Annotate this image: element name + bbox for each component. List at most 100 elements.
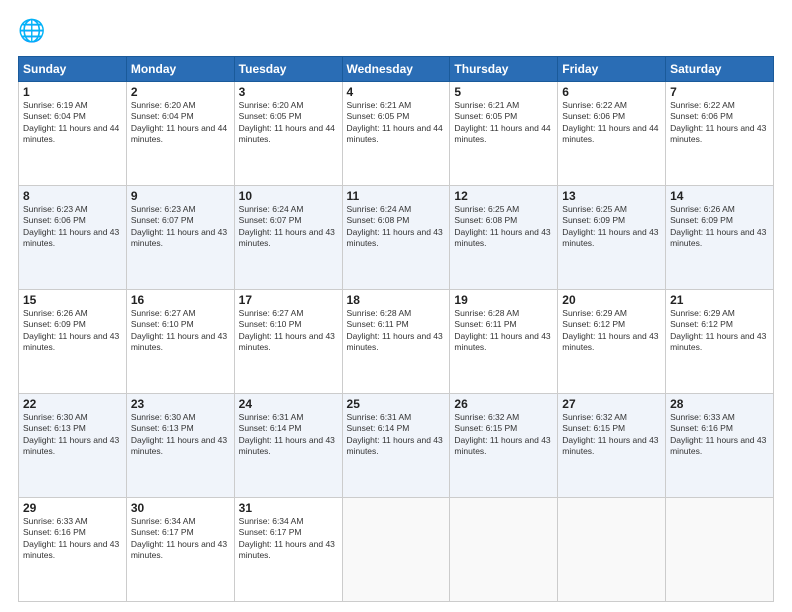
day-number: 10 bbox=[239, 189, 338, 203]
day-info: Sunrise: 6:20 AMSunset: 6:05 PMDaylight:… bbox=[239, 100, 338, 146]
day-number: 6 bbox=[562, 85, 661, 99]
day-number: 22 bbox=[23, 397, 122, 411]
logo-icon: 🌐 bbox=[18, 18, 46, 46]
day-info: Sunrise: 6:25 AMSunset: 6:08 PMDaylight:… bbox=[454, 204, 553, 250]
calendar-week-row: 22Sunrise: 6:30 AMSunset: 6:13 PMDayligh… bbox=[19, 394, 774, 498]
calendar-week-row: 1Sunrise: 6:19 AMSunset: 6:04 PMDaylight… bbox=[19, 82, 774, 186]
day-info: Sunrise: 6:27 AMSunset: 6:10 PMDaylight:… bbox=[131, 308, 230, 354]
calendar-cell: 7Sunrise: 6:22 AMSunset: 6:06 PMDaylight… bbox=[666, 82, 774, 186]
day-number: 16 bbox=[131, 293, 230, 307]
day-header-thursday: Thursday bbox=[450, 57, 558, 82]
day-header-tuesday: Tuesday bbox=[234, 57, 342, 82]
day-header-monday: Monday bbox=[126, 57, 234, 82]
day-header-sunday: Sunday bbox=[19, 57, 127, 82]
calendar-week-row: 29Sunrise: 6:33 AMSunset: 6:16 PMDayligh… bbox=[19, 498, 774, 602]
day-info: Sunrise: 6:29 AMSunset: 6:12 PMDaylight:… bbox=[562, 308, 661, 354]
calendar-cell: 2Sunrise: 6:20 AMSunset: 6:04 PMDaylight… bbox=[126, 82, 234, 186]
calendar-cell: 25Sunrise: 6:31 AMSunset: 6:14 PMDayligh… bbox=[342, 394, 450, 498]
day-number: 26 bbox=[454, 397, 553, 411]
calendar-cell: 9Sunrise: 6:23 AMSunset: 6:07 PMDaylight… bbox=[126, 186, 234, 290]
day-header-friday: Friday bbox=[558, 57, 666, 82]
day-info: Sunrise: 6:26 AMSunset: 6:09 PMDaylight:… bbox=[670, 204, 769, 250]
day-info: Sunrise: 6:25 AMSunset: 6:09 PMDaylight:… bbox=[562, 204, 661, 250]
calendar-cell: 15Sunrise: 6:26 AMSunset: 6:09 PMDayligh… bbox=[19, 290, 127, 394]
svg-text:🌐: 🌐 bbox=[18, 18, 45, 43]
calendar-cell: 27Sunrise: 6:32 AMSunset: 6:15 PMDayligh… bbox=[558, 394, 666, 498]
calendar-cell bbox=[558, 498, 666, 602]
calendar-cell: 19Sunrise: 6:28 AMSunset: 6:11 PMDayligh… bbox=[450, 290, 558, 394]
calendar-cell: 4Sunrise: 6:21 AMSunset: 6:05 PMDaylight… bbox=[342, 82, 450, 186]
calendar-cell: 14Sunrise: 6:26 AMSunset: 6:09 PMDayligh… bbox=[666, 186, 774, 290]
day-info: Sunrise: 6:26 AMSunset: 6:09 PMDaylight:… bbox=[23, 308, 122, 354]
day-number: 13 bbox=[562, 189, 661, 203]
day-number: 28 bbox=[670, 397, 769, 411]
calendar-cell: 30Sunrise: 6:34 AMSunset: 6:17 PMDayligh… bbox=[126, 498, 234, 602]
calendar-cell: 8Sunrise: 6:23 AMSunset: 6:06 PMDaylight… bbox=[19, 186, 127, 290]
day-number: 9 bbox=[131, 189, 230, 203]
day-header-wednesday: Wednesday bbox=[342, 57, 450, 82]
calendar-cell: 13Sunrise: 6:25 AMSunset: 6:09 PMDayligh… bbox=[558, 186, 666, 290]
day-number: 4 bbox=[347, 85, 446, 99]
logo: 🌐 bbox=[18, 18, 50, 46]
day-info: Sunrise: 6:22 AMSunset: 6:06 PMDaylight:… bbox=[670, 100, 769, 146]
calendar-table: SundayMondayTuesdayWednesdayThursdayFrid… bbox=[18, 56, 774, 602]
page-header: 🌐 bbox=[18, 18, 774, 46]
calendar-cell: 21Sunrise: 6:29 AMSunset: 6:12 PMDayligh… bbox=[666, 290, 774, 394]
day-info: Sunrise: 6:24 AMSunset: 6:08 PMDaylight:… bbox=[347, 204, 446, 250]
day-info: Sunrise: 6:31 AMSunset: 6:14 PMDaylight:… bbox=[239, 412, 338, 458]
day-header-saturday: Saturday bbox=[666, 57, 774, 82]
day-number: 29 bbox=[23, 501, 122, 515]
day-number: 18 bbox=[347, 293, 446, 307]
day-info: Sunrise: 6:22 AMSunset: 6:06 PMDaylight:… bbox=[562, 100, 661, 146]
day-number: 7 bbox=[670, 85, 769, 99]
day-number: 5 bbox=[454, 85, 553, 99]
day-info: Sunrise: 6:29 AMSunset: 6:12 PMDaylight:… bbox=[670, 308, 769, 354]
calendar-cell: 20Sunrise: 6:29 AMSunset: 6:12 PMDayligh… bbox=[558, 290, 666, 394]
day-info: Sunrise: 6:24 AMSunset: 6:07 PMDaylight:… bbox=[239, 204, 338, 250]
day-info: Sunrise: 6:20 AMSunset: 6:04 PMDaylight:… bbox=[131, 100, 230, 146]
day-info: Sunrise: 6:21 AMSunset: 6:05 PMDaylight:… bbox=[454, 100, 553, 146]
calendar-cell: 16Sunrise: 6:27 AMSunset: 6:10 PMDayligh… bbox=[126, 290, 234, 394]
day-number: 24 bbox=[239, 397, 338, 411]
calendar-cell: 23Sunrise: 6:30 AMSunset: 6:13 PMDayligh… bbox=[126, 394, 234, 498]
day-info: Sunrise: 6:32 AMSunset: 6:15 PMDaylight:… bbox=[562, 412, 661, 458]
calendar-cell: 1Sunrise: 6:19 AMSunset: 6:04 PMDaylight… bbox=[19, 82, 127, 186]
calendar-cell: 28Sunrise: 6:33 AMSunset: 6:16 PMDayligh… bbox=[666, 394, 774, 498]
day-number: 21 bbox=[670, 293, 769, 307]
day-info: Sunrise: 6:23 AMSunset: 6:06 PMDaylight:… bbox=[23, 204, 122, 250]
day-info: Sunrise: 6:28 AMSunset: 6:11 PMDaylight:… bbox=[454, 308, 553, 354]
day-info: Sunrise: 6:33 AMSunset: 6:16 PMDaylight:… bbox=[670, 412, 769, 458]
calendar-cell bbox=[666, 498, 774, 602]
day-number: 11 bbox=[347, 189, 446, 203]
calendar-cell: 12Sunrise: 6:25 AMSunset: 6:08 PMDayligh… bbox=[450, 186, 558, 290]
day-info: Sunrise: 6:28 AMSunset: 6:11 PMDaylight:… bbox=[347, 308, 446, 354]
day-info: Sunrise: 6:23 AMSunset: 6:07 PMDaylight:… bbox=[131, 204, 230, 250]
calendar-week-row: 15Sunrise: 6:26 AMSunset: 6:09 PMDayligh… bbox=[19, 290, 774, 394]
day-number: 23 bbox=[131, 397, 230, 411]
day-info: Sunrise: 6:34 AMSunset: 6:17 PMDaylight:… bbox=[239, 516, 338, 562]
calendar-week-row: 8Sunrise: 6:23 AMSunset: 6:06 PMDaylight… bbox=[19, 186, 774, 290]
calendar-cell: 6Sunrise: 6:22 AMSunset: 6:06 PMDaylight… bbox=[558, 82, 666, 186]
calendar-cell: 10Sunrise: 6:24 AMSunset: 6:07 PMDayligh… bbox=[234, 186, 342, 290]
day-number: 8 bbox=[23, 189, 122, 203]
day-info: Sunrise: 6:30 AMSunset: 6:13 PMDaylight:… bbox=[131, 412, 230, 458]
day-number: 3 bbox=[239, 85, 338, 99]
day-info: Sunrise: 6:21 AMSunset: 6:05 PMDaylight:… bbox=[347, 100, 446, 146]
day-number: 27 bbox=[562, 397, 661, 411]
day-number: 30 bbox=[131, 501, 230, 515]
day-number: 2 bbox=[131, 85, 230, 99]
day-number: 12 bbox=[454, 189, 553, 203]
calendar-cell: 3Sunrise: 6:20 AMSunset: 6:05 PMDaylight… bbox=[234, 82, 342, 186]
day-info: Sunrise: 6:33 AMSunset: 6:16 PMDaylight:… bbox=[23, 516, 122, 562]
day-info: Sunrise: 6:19 AMSunset: 6:04 PMDaylight:… bbox=[23, 100, 122, 146]
calendar-cell: 11Sunrise: 6:24 AMSunset: 6:08 PMDayligh… bbox=[342, 186, 450, 290]
calendar-cell: 29Sunrise: 6:33 AMSunset: 6:16 PMDayligh… bbox=[19, 498, 127, 602]
calendar-cell: 31Sunrise: 6:34 AMSunset: 6:17 PMDayligh… bbox=[234, 498, 342, 602]
calendar-cell: 26Sunrise: 6:32 AMSunset: 6:15 PMDayligh… bbox=[450, 394, 558, 498]
calendar-cell: 22Sunrise: 6:30 AMSunset: 6:13 PMDayligh… bbox=[19, 394, 127, 498]
day-number: 25 bbox=[347, 397, 446, 411]
calendar-header-row: SundayMondayTuesdayWednesdayThursdayFrid… bbox=[19, 57, 774, 82]
day-number: 19 bbox=[454, 293, 553, 307]
calendar-cell bbox=[342, 498, 450, 602]
day-info: Sunrise: 6:30 AMSunset: 6:13 PMDaylight:… bbox=[23, 412, 122, 458]
